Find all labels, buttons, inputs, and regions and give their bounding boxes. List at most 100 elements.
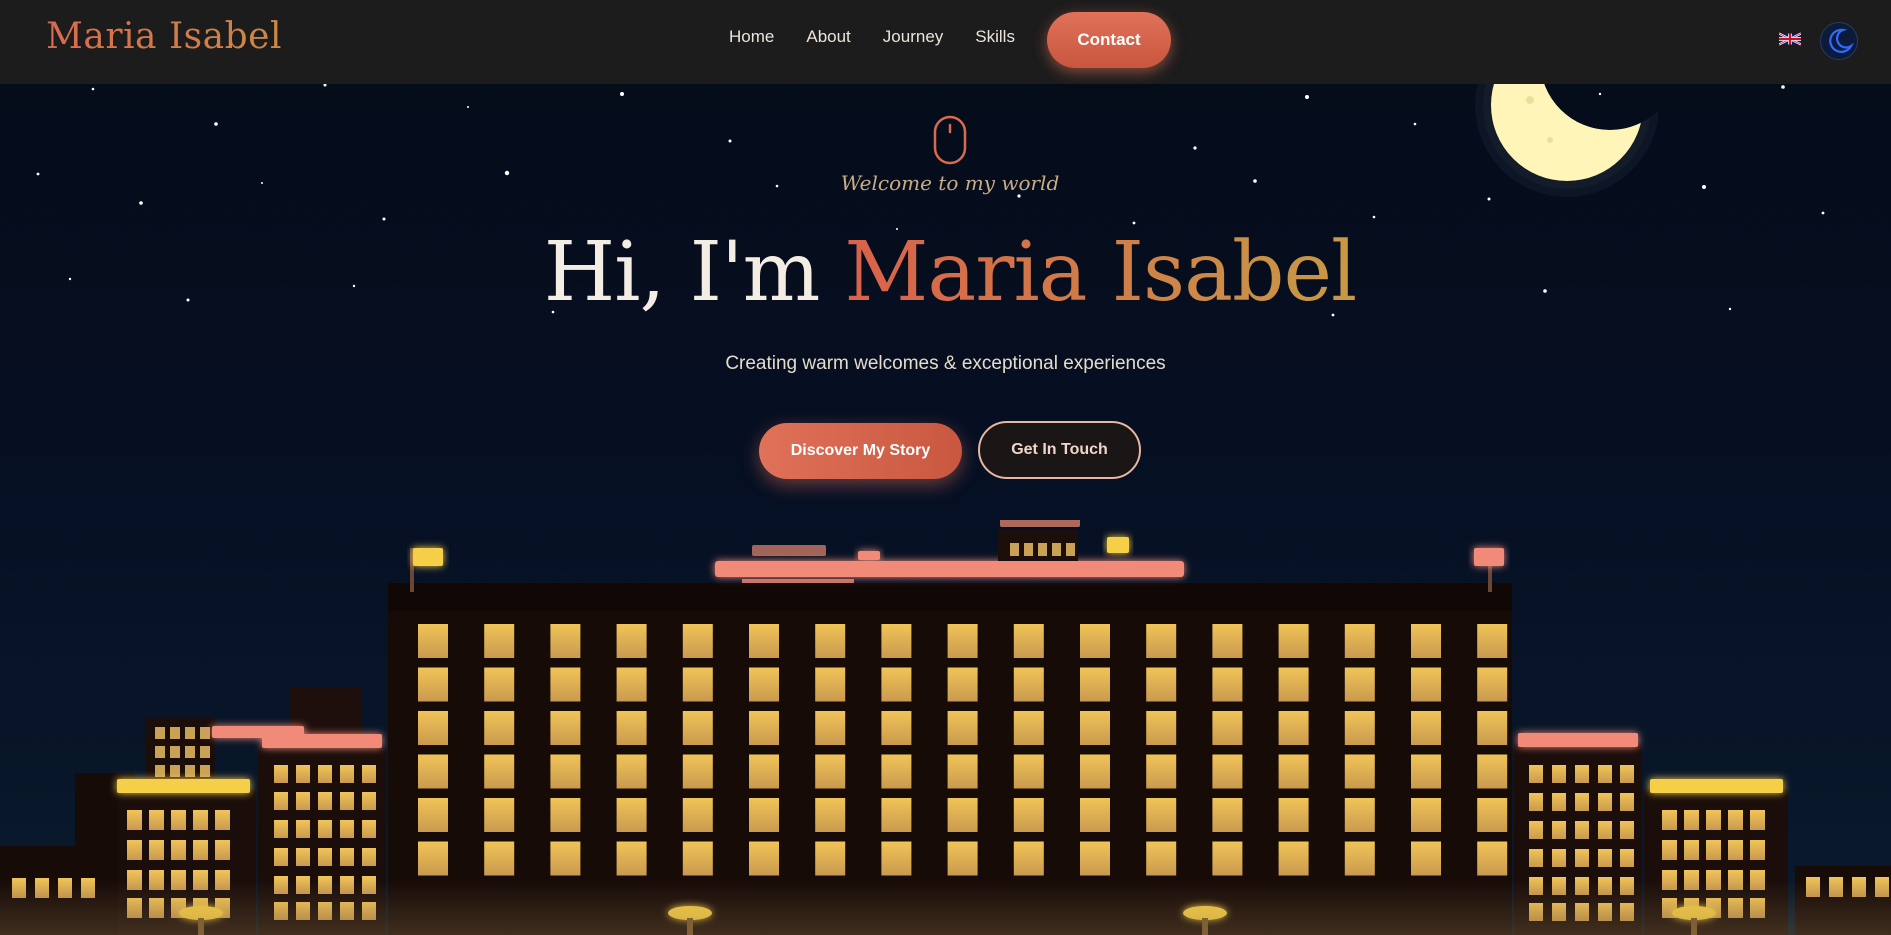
hotel-window [1212,624,1243,658]
hotel-window [1344,841,1375,876]
hotel-window [1146,711,1177,745]
discover-story-button[interactable]: Discover My Story [759,423,962,479]
hotel-window [1477,841,1508,876]
hotel-window [1411,841,1441,876]
brand-logo[interactable]: Maria Isabel [46,16,282,57]
hotel-window [550,754,581,789]
hotel-window [1146,798,1177,832]
hotel-window [1344,624,1375,658]
hotel-window [947,754,978,789]
theme-toggle-button[interactable] [1820,22,1858,60]
city-skyline [0,520,1891,935]
get-in-touch-button[interactable]: Get In Touch [978,421,1141,479]
hotel-window [1278,711,1309,745]
hotel-window [1411,711,1441,745]
hotel-window [1013,841,1044,876]
hotel-window [1278,667,1309,702]
hotel-window [1013,624,1044,658]
hotel-window [616,711,647,745]
mouse-scroll-icon [933,115,967,165]
hotel-window [1146,624,1177,658]
hotel-window [616,798,647,832]
hotel-window [947,667,978,702]
nav-link-skills[interactable]: Skills [975,27,1015,47]
hotel-window [682,624,713,658]
hotel-window [682,798,713,832]
hotel-window [1344,754,1375,789]
hotel-window [1344,711,1375,745]
nav-link-about[interactable]: About [806,27,850,47]
hotel-window [815,798,846,832]
hotel-window [682,841,713,876]
hotel-window [815,624,846,658]
nav-links: Home About Journey Skills [729,27,1047,47]
hotel-window [418,798,448,832]
hotel-window [1477,624,1508,658]
hotel-window [1013,667,1044,702]
hotel-window [1080,667,1110,702]
hotel-window [550,798,581,832]
hotel-window [616,754,647,789]
hotel-window [1080,754,1110,789]
hotel-window [550,711,581,745]
nav-link-journey[interactable]: Journey [883,27,943,47]
hotel-window [749,798,779,832]
hotel-window [1146,667,1177,702]
hotel-window [1212,798,1243,832]
hotel-window [1212,841,1243,876]
hotel-window [1278,754,1309,789]
hotel-window [1278,624,1309,658]
hotel-window [1411,667,1441,702]
hotel-window [418,667,448,702]
hotel-window [484,711,515,745]
hotel-window [1477,667,1508,702]
hotel-window [749,624,779,658]
hotel-window [1080,841,1110,876]
hotel-window [682,711,713,745]
uk-flag-icon[interactable] [1779,31,1801,47]
hotel-window [815,841,846,876]
hotel-window [749,667,779,702]
hero-title-name: Maria Isabel [844,225,1357,320]
hotel-window [815,667,846,702]
hotel-window [1411,624,1441,658]
hotel-window [881,624,912,658]
hotel-window [1278,841,1309,876]
hotel-window [484,841,515,876]
hotel-window [1212,667,1243,702]
hotel-window [1477,754,1508,789]
hotel-window [881,841,912,876]
hotel-window [550,667,581,702]
hotel-window [947,624,978,658]
hotel-window [947,841,978,876]
hotel-window [1344,798,1375,832]
hotel-window [749,841,779,876]
hotel-window [682,754,713,789]
contact-button[interactable]: Contact [1047,12,1171,68]
hotel-window [418,841,448,876]
hotel-window [881,754,912,789]
hero-title: Hi, I'm Maria Isabel [0,225,1891,320]
hotel-window [1146,754,1177,789]
hotel-window [1344,667,1375,702]
hotel-window [616,667,647,702]
hotel-window [616,841,647,876]
hotel-window [682,667,713,702]
hotel-window [1080,624,1110,658]
hotel-window [1013,798,1044,832]
hotel-window [947,798,978,832]
hotel-window [881,667,912,702]
hotel-window [550,841,581,876]
navbar: Maria Isabel Home About Journey Skills C… [0,0,1891,84]
hotel-window [815,754,846,789]
welcome-text: Welcome to my world [840,171,1060,195]
hotel-window [1212,754,1243,789]
nav-link-home[interactable]: Home [729,27,774,47]
hotel-window [418,711,448,745]
hotel-window [1146,841,1177,876]
hotel-window [418,624,448,658]
hotel-window [484,667,515,702]
hotel-window [1013,711,1044,745]
hotel-window [550,624,581,658]
hotel-window [616,624,647,658]
